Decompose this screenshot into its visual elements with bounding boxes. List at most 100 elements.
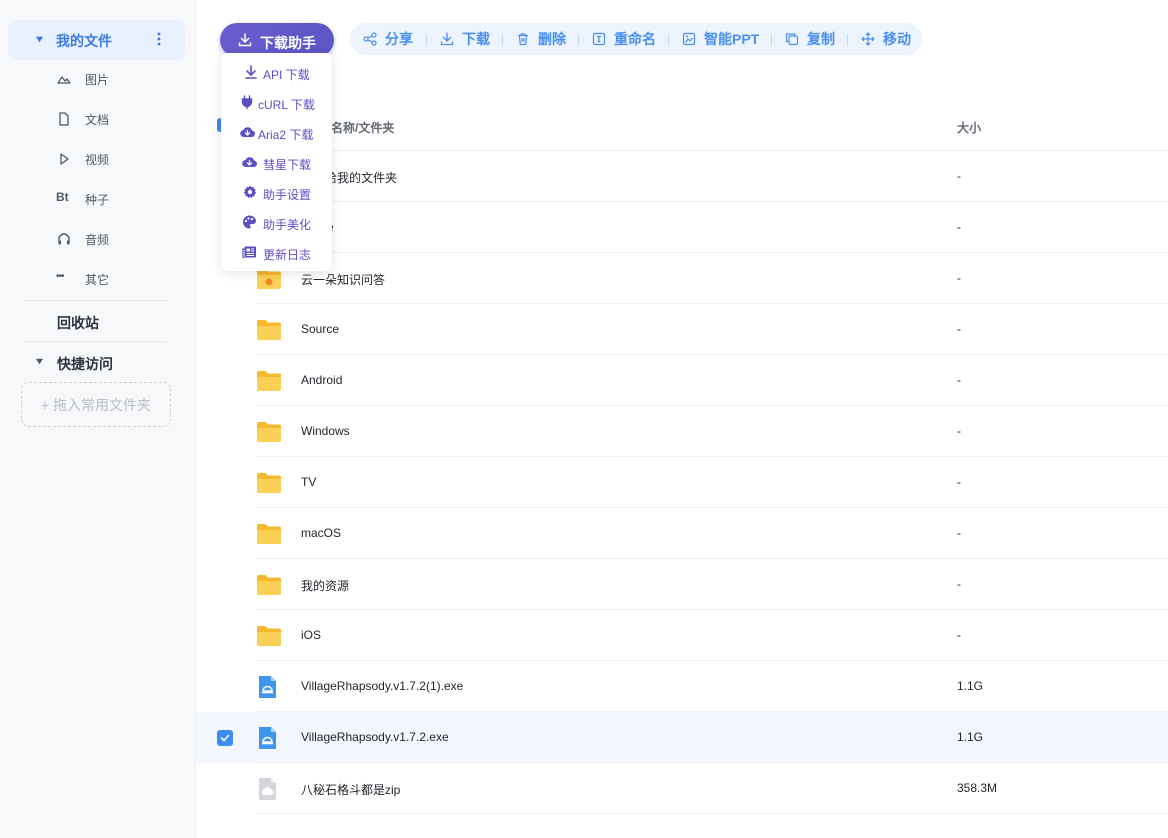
move-button[interactable]: 移动 [861, 23, 911, 55]
menu-item-comet-download[interactable]: 彗星下载 [221, 147, 332, 177]
delete-button[interactable]: 删除 [516, 23, 566, 55]
file-name[interactable]: macOS [301, 526, 341, 540]
column-header-name[interactable]: 名称/文件夹 [331, 119, 394, 136]
menu-item-helper-theme[interactable]: 助手美化 [221, 207, 332, 237]
sidebar-item-label: 我的文件 [56, 33, 112, 49]
menu-item-api-download[interactable]: API 下载 [221, 57, 332, 87]
caret-down-icon[interactable] [35, 35, 44, 44]
sidebar-item-label: 种子 [85, 193, 110, 207]
exe-file-icon [254, 726, 280, 750]
file-name[interactable]: 我的资源 [301, 577, 349, 594]
separator [847, 34, 848, 46]
file-size: - [957, 628, 961, 642]
menu-item-label: cURL 下载 [258, 98, 315, 112]
menu-item-label: API 下载 [263, 68, 310, 82]
divider [24, 300, 166, 301]
file-name[interactable]: iOS [301, 628, 321, 642]
separator [771, 34, 772, 46]
separator [502, 34, 503, 46]
table-row[interactable]: VillageRhapsody.v1.7.2.exe 1.1G [196, 712, 1168, 763]
copy-label: 复制 [807, 31, 835, 47]
newspaper-icon [242, 246, 256, 259]
table-row[interactable]: 我的资源 - [196, 559, 1168, 610]
gear-icon [243, 185, 257, 199]
menu-item-helper-settings[interactable]: 助手设置 [221, 177, 332, 207]
table-row[interactable]: macOS - [196, 508, 1168, 559]
file-size: 358.3M [957, 781, 998, 795]
menu-item-changelog[interactable]: 更新日志 [221, 237, 332, 267]
column-header-size[interactable]: 大小 [957, 119, 981, 136]
table-row[interactable]: Windows - [196, 406, 1168, 457]
file-name[interactable]: Windows [301, 424, 350, 438]
document-icon [59, 112, 69, 126]
menu-item-label: 助手美化 [263, 218, 312, 232]
file-actions-bar: 分享 下载 删除 重命名 智能PPT 复制 移动 [350, 23, 922, 55]
share-label: 分享 [385, 31, 413, 47]
menu-item-label: Aria2 下载 [258, 128, 314, 142]
rename-button[interactable]: 重命名 [592, 23, 656, 55]
table-row[interactable]: Source - [196, 304, 1168, 355]
more-vertical-icon[interactable] [156, 32, 162, 46]
sidebar-item-recycle-bin[interactable]: 回收站 [57, 313, 99, 333]
file-name[interactable]: VillageRhapsody.v1.7.2.exe [301, 730, 449, 744]
move-label: 移动 [883, 31, 911, 47]
table-row[interactable]: Android - [196, 355, 1168, 406]
file-name[interactable]: 云一朵知识问答 [301, 271, 385, 288]
zip-file-icon [254, 777, 280, 801]
quick-access-drop-zone[interactable]: + 拖入常用文件夹 [21, 382, 171, 427]
divider [256, 813, 1168, 814]
menu-item-label: 更新日志 [263, 248, 312, 262]
download-icon [440, 32, 454, 46]
folder-icon [256, 369, 282, 393]
trash-icon [518, 33, 528, 46]
sidebar-item-my-files[interactable]: 我的文件 [8, 20, 185, 60]
smart-ppt-button[interactable]: 智能PPT [682, 23, 759, 55]
file-size: - [957, 322, 961, 336]
file-size: - [957, 169, 961, 183]
menu-item-aria2-download[interactable]: Aria2 下载 [221, 117, 332, 147]
rename-icon [592, 32, 606, 46]
file-name[interactable]: VillageRhapsody.v1.7.2(1).exe [301, 679, 463, 693]
menu-item-curl-download[interactable]: cURL 下载 [221, 87, 332, 117]
table-row[interactable]: Game- [196, 202, 1168, 253]
video-icon [60, 153, 69, 165]
download-icon [245, 65, 257, 79]
table-row[interactable]: 八秘石格斗都是zip 358.3M [196, 763, 1168, 814]
sidebar-item-label: 其它 [85, 273, 110, 287]
more-icon: ••• [56, 271, 65, 282]
file-size: - [957, 220, 961, 234]
table-row[interactable]: 云一朵知识问答 - [196, 253, 1168, 304]
download-helper-button[interactable]: 下载助手 [220, 23, 334, 57]
row-checkbox[interactable] [217, 730, 233, 746]
file-name[interactable]: 八秘石格斗都是zip [301, 781, 400, 798]
cloud-download-icon [240, 127, 255, 138]
download-helper-label: 下载助手 [260, 35, 316, 51]
sidebar-item-label: 视频 [85, 153, 110, 167]
table-row[interactable]: VillageRhapsody.v1.7.2(1).exe 1.1G [196, 661, 1168, 712]
sidebar-item-label: 文档 [85, 113, 110, 127]
file-name[interactable]: Source [301, 322, 339, 336]
share-button[interactable]: 分享 [363, 23, 413, 55]
sidebar-item-label: 图片 [85, 73, 110, 87]
file-size: - [957, 424, 961, 438]
table-row[interactable]: 分享给我的文件夹 - [196, 151, 1168, 202]
sidebar: 我的文件 图片 文档 视频 Bt 种子 音频 ••• 其它 回收站 快捷访问 +… [0, 0, 196, 838]
caret-down-icon[interactable] [35, 357, 44, 366]
download-button[interactable]: 下载 [440, 23, 490, 55]
file-size: 1.1G [957, 730, 984, 744]
copy-button[interactable]: 复制 [785, 23, 835, 55]
image-icon [57, 76, 71, 84]
folder-icon [256, 573, 282, 597]
download-helper-menu: API 下载 cURL 下载 Aria2 下载 彗星下载 助手设置 助手美化 更… [221, 53, 332, 271]
folder-icon [256, 624, 282, 648]
file-name[interactable]: Android [301, 373, 342, 387]
folder-icon [256, 318, 282, 342]
sidebar-quick-access[interactable]: 快捷访问 [57, 354, 113, 374]
rename-label: 重命名 [614, 31, 656, 47]
copy-icon [785, 33, 799, 46]
file-size: - [957, 526, 961, 540]
folder-icon [256, 471, 282, 495]
table-row[interactable]: TV - [196, 457, 1168, 508]
table-row[interactable]: iOS - [196, 610, 1168, 661]
file-name[interactable]: TV [301, 475, 316, 489]
